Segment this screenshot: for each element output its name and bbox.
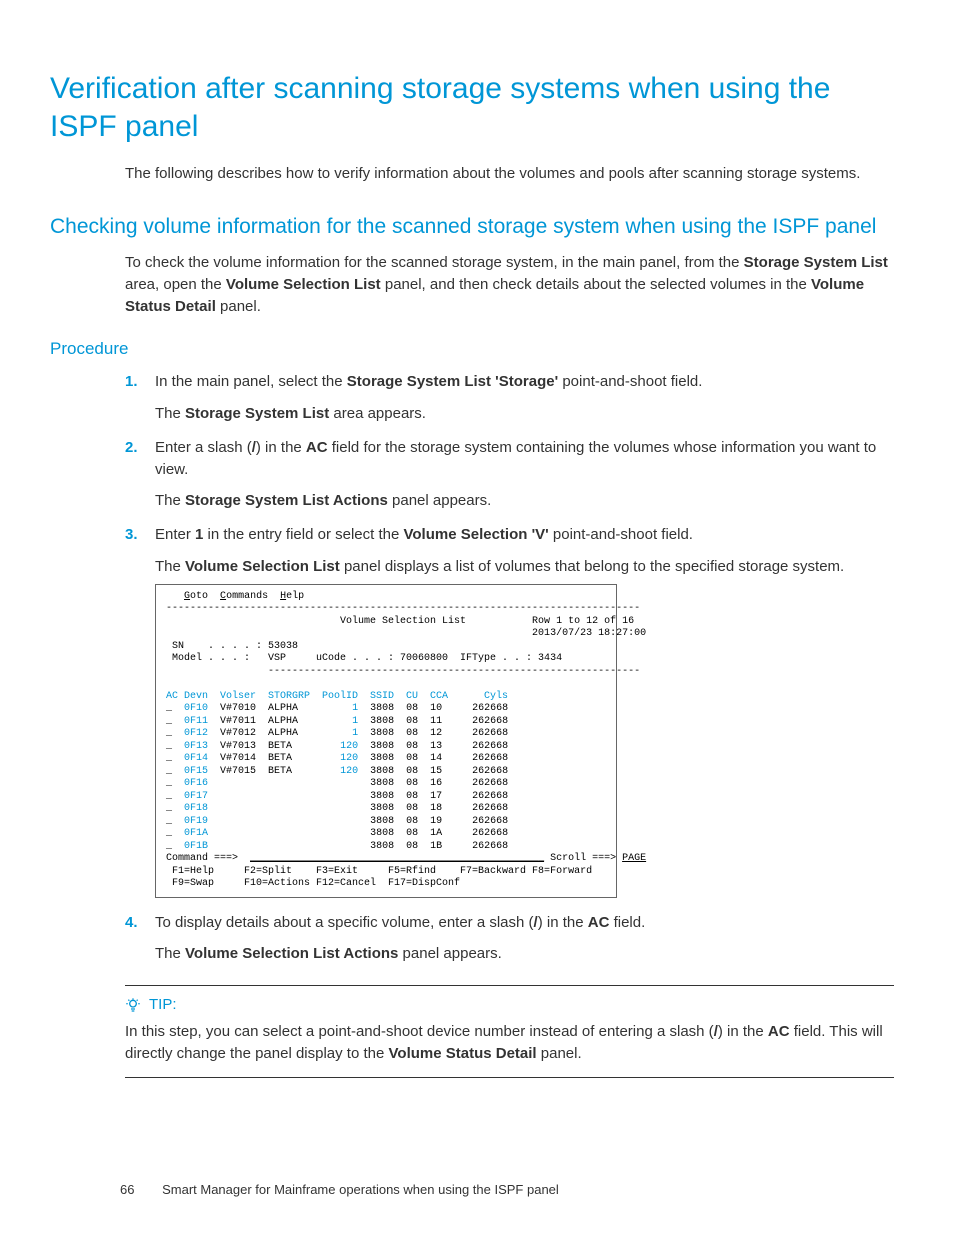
step-result: The Volume Selection List panel displays… <box>155 556 894 578</box>
t: panel. <box>216 298 261 315</box>
step-number: 1. <box>125 371 138 393</box>
step-4: 4. To display details about a specific v… <box>125 912 904 966</box>
page-footer: 66 Smart Manager for Mainframe operation… <box>0 1182 954 1197</box>
tip-body: In this step, you can select a point-and… <box>125 1021 894 1065</box>
step-1: 1. In the main panel, select the Storage… <box>125 371 904 425</box>
lightbulb-icon <box>125 997 141 1013</box>
step-number: 4. <box>125 912 138 934</box>
step-2: 2. Enter a slash (/) in the AC field for… <box>125 437 904 512</box>
step-number: 3. <box>125 524 138 546</box>
procedure-heading: Procedure <box>50 339 904 359</box>
section-intro-text: To check the volume information for the … <box>125 252 894 317</box>
intro-block: The following describes how to verify in… <box>125 163 894 185</box>
step-result: The Storage System List area appears. <box>155 403 894 425</box>
step-result: The Storage System List Actions panel ap… <box>155 490 894 512</box>
section-intro: To check the volume information for the … <box>125 252 894 317</box>
t: Storage System List 'Storage' <box>347 373 558 390</box>
t: In the main panel, select the <box>155 373 347 390</box>
tip-rule-bottom <box>125 1077 894 1078</box>
intro-text: The following describes how to verify in… <box>125 163 894 185</box>
step-result: The Volume Selection List Actions panel … <box>155 943 894 965</box>
tip-block: TIP: In this step, you can select a poin… <box>125 985 904 1078</box>
t: Storage System List <box>744 254 888 271</box>
footer-text: Smart Manager for Mainframe operations w… <box>162 1182 559 1197</box>
step-number: 2. <box>125 437 138 459</box>
t: panel, and then check details about the … <box>381 276 811 293</box>
terminal-panel: Goto Commands Help ---------------------… <box>155 584 617 898</box>
tip-rule-top <box>125 985 894 986</box>
page-number: 66 <box>120 1182 134 1197</box>
step-3: 3. Enter 1 in the entry field or select … <box>125 524 904 898</box>
page-title: Verification after scanning storage syst… <box>50 70 904 145</box>
t: area, open the <box>125 276 226 293</box>
section-heading: Checking volume information for the scan… <box>50 213 904 240</box>
procedure-steps: 1. In the main panel, select the Storage… <box>125 371 904 965</box>
tip-heading: TIP: <box>125 996 894 1013</box>
t: point-and-shoot field. <box>558 373 702 390</box>
t: To check the volume information for the … <box>125 254 744 271</box>
tip-label: TIP: <box>149 996 177 1013</box>
page: Verification after scanning storage syst… <box>0 0 954 1235</box>
t: Volume Selection List <box>226 276 381 293</box>
